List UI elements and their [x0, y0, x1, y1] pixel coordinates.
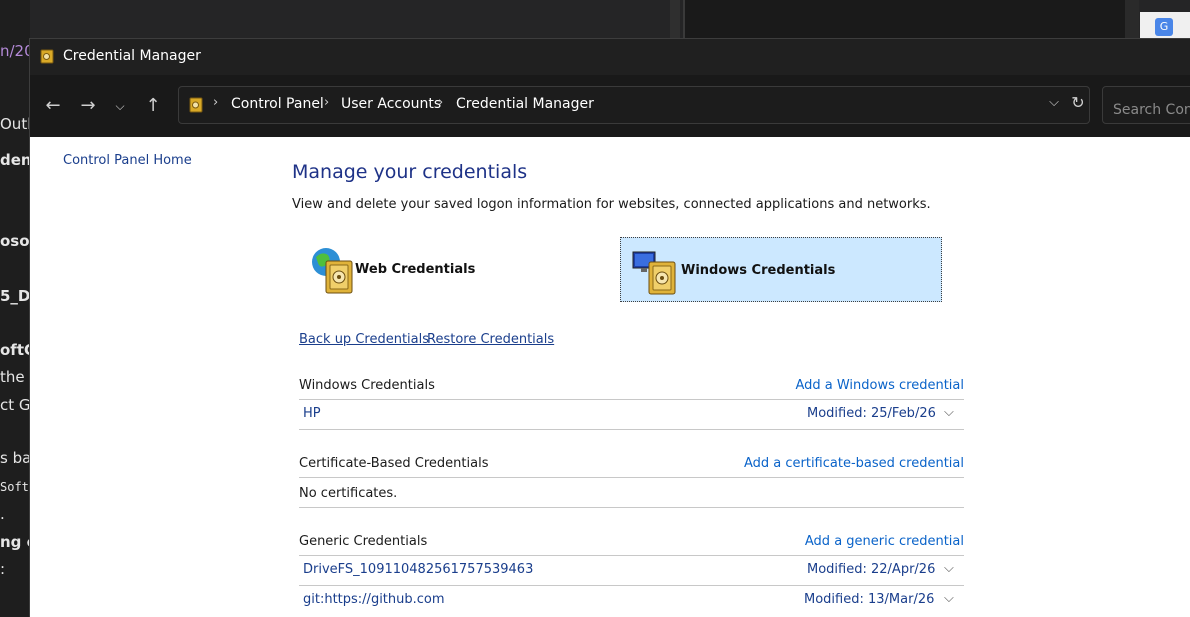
- back-up-credentials-link[interactable]: Back up Credentials: [299, 332, 429, 347]
- web-credentials-label: Web Credentials: [355, 262, 476, 277]
- windows-credentials-tile[interactable]: Windows Credentials: [620, 237, 942, 302]
- divider: [299, 507, 964, 508]
- divider: [299, 555, 964, 556]
- background-window-top: G: [30, 0, 1190, 40]
- web-credentials-icon: [312, 248, 353, 294]
- credential-manager-window: Credential Manager ← → ⌵ ↑ › Control Pan…: [29, 38, 1190, 617]
- add-certificate-credential-link[interactable]: Add a certificate-based credential: [744, 456, 964, 471]
- divider: [299, 399, 964, 400]
- bg-fragment: osof: [0, 232, 30, 250]
- translate-icon: G: [1155, 18, 1173, 36]
- bg-divider: [670, 0, 680, 40]
- window-title: Credential Manager: [63, 48, 201, 64]
- page-title: Manage your credentials: [292, 161, 528, 183]
- bg-fragment: oftC: [0, 341, 30, 359]
- breadcrumb-control-panel[interactable]: Control Panel: [231, 96, 324, 112]
- bg-fragment: 5_Da: [0, 287, 30, 305]
- address-bar[interactable]: › Control Panel › User Accounts › Creden…: [178, 86, 1090, 124]
- back-arrow-icon[interactable]: ←: [40, 93, 66, 119]
- bg-fragment: ng c: [0, 533, 30, 551]
- credential-manager-icon: [189, 97, 203, 113]
- bg-scrollbar: [1125, 0, 1139, 40]
- expand-chevron-icon[interactable]: ⌵: [944, 561, 954, 576]
- windows-credentials-label: Windows Credentials: [681, 263, 836, 278]
- bg-fragment: Outl: [0, 115, 30, 133]
- certificate-credentials-section-title: Certificate-Based Credentials: [299, 456, 489, 471]
- page-description: View and delete your saved logon informa…: [292, 197, 931, 212]
- forward-arrow-icon[interactable]: →: [75, 93, 101, 119]
- expand-chevron-icon[interactable]: ⌵: [944, 405, 954, 420]
- modified-date: 13/Mar/26: [868, 592, 935, 607]
- divider: [299, 585, 964, 586]
- chevron-right-icon[interactable]: ›: [438, 95, 443, 110]
- bg-fragment: :: [0, 560, 6, 578]
- search-input[interactable]: [1102, 86, 1190, 124]
- bg-fragment: ct Gr: [0, 396, 30, 414]
- chevron-down-icon[interactable]: ⌵: [1049, 95, 1059, 110]
- navigation-bar: ← → ⌵ ↑ › Control Panel › User Accounts …: [30, 75, 1190, 137]
- bg-fragment: dent: [0, 151, 30, 169]
- divider: [299, 429, 964, 430]
- background-window-text: n/20 Outl dent osof 5_Da oftC the a ct G…: [0, 0, 30, 616]
- bg-panel: [685, 0, 1125, 40]
- credential-manager-icon: [40, 49, 54, 64]
- bg-fragment: s ba: [0, 449, 30, 467]
- bg-fragment: .: [0, 505, 5, 523]
- credential-item-drivefs[interactable]: DriveFS_109110482561757539463: [303, 562, 533, 577]
- breadcrumb-credential-manager[interactable]: Credential Manager: [456, 96, 594, 112]
- modified-label: Modified:: [804, 592, 864, 607]
- windows-credentials-icon: [632, 251, 676, 295]
- generic-credentials-section-title: Generic Credentials: [299, 534, 428, 549]
- windows-credentials-section-title: Windows Credentials: [299, 378, 435, 393]
- chevron-right-icon[interactable]: ›: [324, 95, 329, 110]
- add-windows-credential-link[interactable]: Add a Windows credential: [795, 378, 964, 393]
- chevron-right-icon[interactable]: ›: [213, 95, 218, 110]
- recent-locations-chevron-icon[interactable]: ⌵: [107, 93, 133, 119]
- refresh-icon[interactable]: ↻: [1065, 93, 1091, 112]
- add-generic-credential-link[interactable]: Add a generic credential: [805, 534, 964, 549]
- bg-fragment: n/20: [0, 42, 30, 60]
- title-bar: Credential Manager: [30, 39, 1190, 75]
- bg-fragment: Soft: [0, 480, 29, 494]
- modified-label: Modified:: [807, 562, 867, 577]
- restore-credentials-link[interactable]: Restore Credentials: [427, 332, 554, 347]
- modified-date: 22/Apr/26: [871, 562, 936, 577]
- modified-label: Modified:: [807, 406, 867, 421]
- credential-item-github[interactable]: git:https://github.com: [303, 592, 445, 607]
- no-certificates-text: No certificates.: [299, 486, 398, 501]
- up-arrow-icon[interactable]: ↑: [140, 93, 166, 119]
- content-area: Control Panel Home Manage your credentia…: [30, 137, 1190, 617]
- breadcrumb-user-accounts[interactable]: User Accounts: [341, 96, 441, 112]
- modified-date: 25/Feb/26: [871, 406, 936, 421]
- web-credentials-tile[interactable]: Web Credentials: [298, 237, 620, 302]
- divider: [299, 477, 964, 478]
- credential-item-hp[interactable]: HP: [303, 406, 321, 421]
- bg-fragment: the a: [0, 368, 30, 386]
- expand-chevron-icon[interactable]: ⌵: [944, 591, 954, 606]
- control-panel-home-link[interactable]: Control Panel Home: [63, 153, 192, 168]
